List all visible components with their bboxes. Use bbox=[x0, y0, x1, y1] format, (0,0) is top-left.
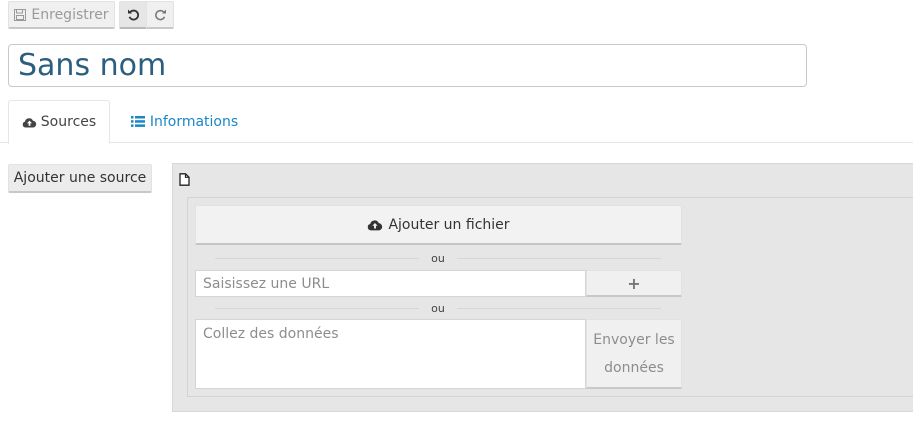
floppy-disk-icon bbox=[14, 8, 27, 21]
redo-button[interactable] bbox=[146, 1, 174, 29]
tab-informations[interactable]: Informations bbox=[122, 100, 247, 143]
undo-button[interactable] bbox=[119, 1, 146, 29]
cloud-upload-icon bbox=[367, 219, 383, 231]
url-input-placeholder: Saisissez une URL bbox=[203, 275, 330, 292]
tab-sources-label: Sources bbox=[40, 114, 97, 130]
url-input[interactable]: Saisissez une URL bbox=[195, 270, 586, 297]
add-source-button[interactable]: Ajouter une source bbox=[8, 164, 152, 193]
document-title-text: Sans nom bbox=[18, 48, 167, 83]
add-file-button[interactable]: Ajouter un fichier bbox=[195, 205, 682, 245]
add-source-label: Ajouter une source bbox=[13, 170, 147, 186]
add-url-button[interactable]: + bbox=[586, 270, 682, 297]
list-icon bbox=[130, 116, 145, 127]
or-separator-text: ou bbox=[431, 301, 445, 315]
send-data-button[interactable]: Envoyer les données bbox=[586, 319, 682, 389]
save-button[interactable]: Enregistrer bbox=[8, 1, 115, 29]
document-title-input[interactable]: Sans nom bbox=[8, 44, 807, 87]
redo-icon bbox=[154, 8, 167, 21]
paste-data-textarea[interactable]: Collez des données bbox=[195, 319, 586, 389]
paste-data-placeholder: Collez des données bbox=[203, 326, 339, 342]
add-file-label: Ajouter un fichier bbox=[388, 216, 510, 233]
plus-icon: + bbox=[627, 273, 641, 293]
or-separator: ou bbox=[215, 251, 662, 265]
file-icon bbox=[179, 173, 193, 189]
save-button-label: Enregistrer bbox=[31, 6, 109, 23]
cloud-upload-icon bbox=[22, 117, 37, 128]
send-data-label-line2: données bbox=[604, 359, 664, 376]
tab-informations-label: Informations bbox=[149, 113, 239, 130]
undo-icon bbox=[127, 8, 140, 21]
tab-sources[interactable]: Sources bbox=[8, 100, 110, 144]
or-separator: ou bbox=[215, 301, 662, 315]
send-data-label-line1: Envoyer les bbox=[593, 331, 675, 348]
or-separator-text: ou bbox=[431, 251, 445, 265]
